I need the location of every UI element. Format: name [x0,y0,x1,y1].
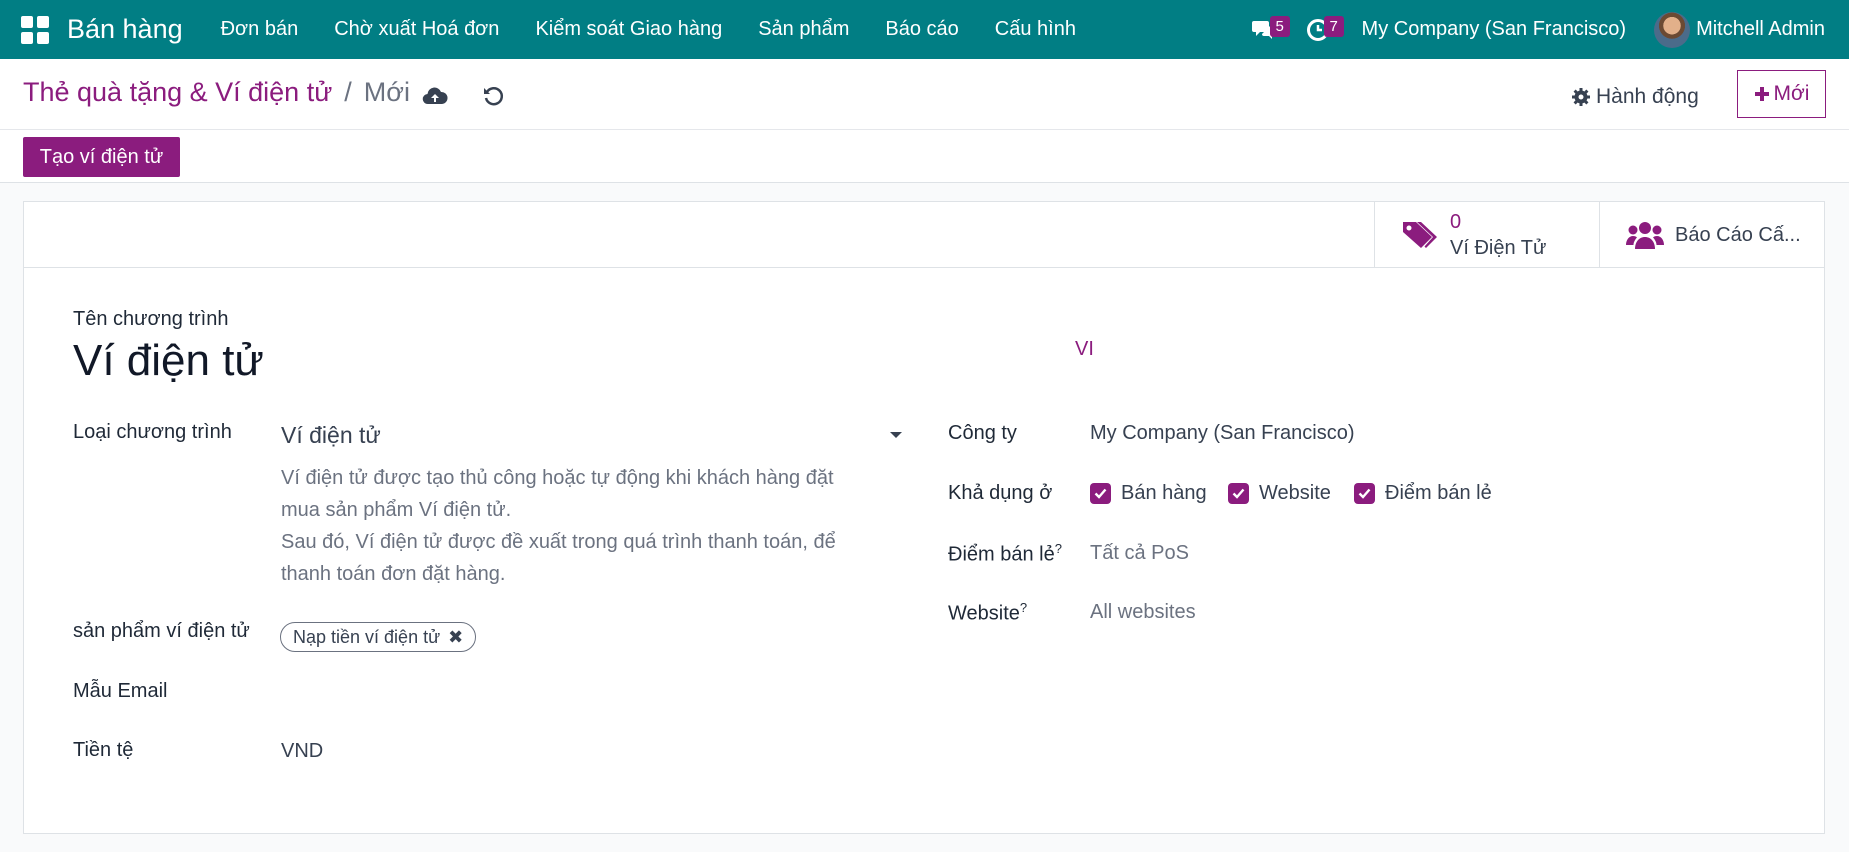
breadcrumb-current: Mới [363,77,410,107]
company-switcher[interactable]: My Company (San Francisco) [1362,18,1627,41]
activities-button[interactable]: 7 [1298,10,1344,50]
available-on-label: Khả dụng ở [948,482,1053,504]
help-tooltip-icon[interactable]: ? [1020,600,1027,615]
discard-button[interactable] [478,81,508,111]
cloud-upload-icon [422,87,448,105]
plus-icon [1754,87,1769,101]
breadcrumb-parent[interactable]: Thẻ quà tặng & Ví điện tử [23,77,332,108]
website-field[interactable]: All websites [1090,601,1196,624]
help-line: Sau đó, Ví điện tử được đề xuất trong qu… [281,531,836,553]
program-name-input[interactable]: Ví điện tử [73,336,264,386]
checkmark-icon [1354,483,1375,504]
currency-field[interactable]: VND [281,740,323,763]
available-website-checkbox[interactable]: Website [1228,482,1331,505]
messages-button[interactable]: 5 [1244,10,1290,50]
wallet-stat-label: Ví Điện Tử [1450,237,1547,259]
wallet-stat-button[interactable]: 0 Ví Điện Tử [1374,202,1599,268]
menu-products[interactable]: Sản phẩm [758,18,849,41]
email-template-label: Mẫu Email [73,680,168,702]
checkmark-icon [1090,483,1111,504]
activities-badge: 7 [1323,15,1344,37]
create-wallet-button[interactable]: Tạo ví điện tử [23,137,180,177]
breadcrumb: Thẻ quà tặng & Ví điện tử / Mới [23,77,410,108]
tags-icon [1400,215,1440,255]
help-line: thanh toán đơn đặt hàng. [281,563,506,585]
pos-label: Điểm bán lẻ? [948,541,1062,567]
checkbox-label: Website [1259,482,1331,504]
program-type-label: Loại chương trình [73,421,232,443]
breadcrumb-separator: / [344,77,352,107]
control-panel: Thẻ quà tặng & Ví điện tử / Mới Hành độn… [0,59,1849,183]
help-tooltip-icon[interactable]: ? [1055,541,1062,556]
available-sales-checkbox[interactable]: Bán hàng [1090,482,1207,505]
menu-to-invoice[interactable]: Chờ xuất Hoá đơn [334,18,499,41]
wallet-product-label: sản phẩm ví điện tử [73,620,250,642]
tag-label: Nạp tiền ví điện tử [293,626,441,647]
app-name[interactable]: Bán hàng [67,14,183,45]
company-label: Công ty [948,422,1017,444]
checkbox-label: Điểm bán lẻ [1385,482,1492,504]
pos-label-text: Điểm bán lẻ [948,543,1055,566]
currency-label: Tiền tệ [73,739,134,761]
help-line: mua sản phẩm Ví điện tử. [281,499,512,521]
wallet-count: 0 [1450,211,1462,233]
form-sheet: 0 Ví Điện Tử Báo Cáo Cấ... Tên chương tr… [23,201,1825,834]
avatar[interactable] [1654,11,1691,48]
checkbox-label: Bán hàng [1121,482,1207,504]
help-line: Ví điện tử được tạo thủ công hoặc tự độn… [281,467,834,489]
program-type-select[interactable]: Ví điện tử [281,422,381,449]
program-name-label: Tên chương trình [73,308,229,330]
new-button[interactable]: Mới [1737,70,1826,118]
website-label-text: Website [948,602,1020,625]
gear-icon [1572,88,1590,106]
menu-reporting[interactable]: Báo cáo [885,18,958,41]
available-pos-checkbox[interactable]: Điểm bán lẻ [1354,482,1492,505]
action-label: Hành động [1596,85,1699,108]
menu-orders[interactable]: Đơn bán [221,18,299,41]
users-icon [1625,215,1665,255]
company-field[interactable]: My Company (San Francisco) [1090,422,1355,445]
save-button[interactable] [420,81,450,111]
pos-field[interactable]: Tất cả PoS [1090,542,1189,565]
divider [0,129,1849,130]
menu-delivery-control[interactable]: Kiểm soát Giao hàng [535,18,722,41]
language-button[interactable]: VI [1075,338,1094,361]
undo-icon [484,87,504,106]
user-menu[interactable]: Mitchell Admin [1696,18,1825,41]
action-menu-button[interactable]: Hành động [1571,77,1699,117]
report-stat-button[interactable]: Báo Cáo Cấ... [1599,202,1824,268]
messages-badge: 5 [1269,15,1290,37]
close-icon[interactable]: ✖ [448,627,463,648]
top-navbar: Bán hàng Đơn bán Chờ xuất Hoá đơn Kiểm s… [0,0,1849,59]
wallet-product-tag[interactable]: Nạp tiền ví điện tử ✖ [280,622,477,652]
smart-button-box: 0 Ví Điện Tử Báo Cáo Cấ... [24,202,1824,268]
website-label: Website? [948,600,1027,626]
chevron-down-icon[interactable] [890,432,902,438]
menu-configuration[interactable]: Cấu hình [995,18,1076,41]
new-label: Mới [1773,82,1810,105]
report-stat-label: Báo Cáo Cấ... [1675,224,1801,246]
program-type-help: Ví điện tử được tạo thủ công hoặc tự độn… [281,462,881,590]
apps-menu-icon[interactable] [21,15,49,44]
checkmark-icon [1228,483,1249,504]
